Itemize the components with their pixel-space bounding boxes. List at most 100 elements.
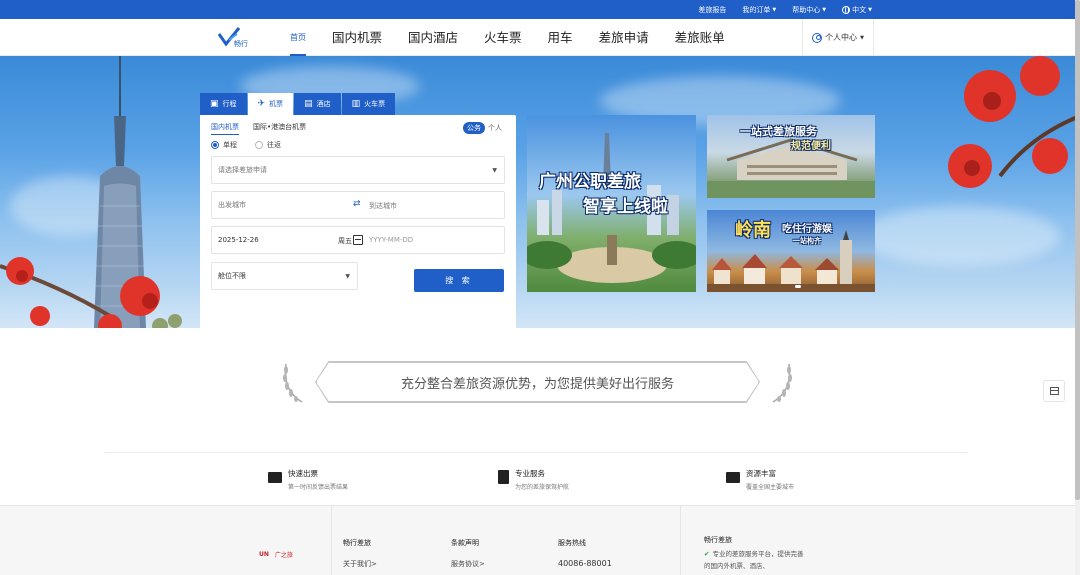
my-orders-link[interactable]: 我的订单 ▼: [742, 5, 776, 15]
logo-text: 畅行: [234, 39, 248, 48]
partner-logo-gzl: 广之旅: [274, 552, 293, 559]
radio-indicator: [255, 141, 263, 149]
travel-application-select[interactable]: 请选择差旅申请 ▼: [211, 156, 505, 184]
swap-cities-icon[interactable]: ⇄: [353, 199, 361, 209]
tab-trains-label: 火车票: [364, 100, 386, 108]
chevron-down-icon: ▼: [822, 6, 827, 13]
logo[interactable]: 畅行: [217, 26, 251, 48]
language-label: 中文: [852, 5, 867, 14]
tab-hotels-label: 酒店: [316, 100, 331, 108]
wallet-icon: [726, 472, 740, 483]
footer-brand-text: 专业的差旅服务平台，提供完善的国内外机票、酒店、: [704, 550, 804, 570]
tab-trains[interactable]: ▥ 火车票: [341, 93, 396, 115]
cabin-class-select[interactable]: 舱位不限 ▼: [211, 262, 358, 290]
nav-item-domestic-hotels[interactable]: 国内酒店: [408, 19, 458, 56]
feature-desc: 为您的差旅保驾护航: [515, 484, 570, 491]
top-utility-bar: 差旅报告 我的订单 ▼ 帮助中心 ▼ 中文 ▼: [0, 0, 1080, 19]
nav-item-car[interactable]: 用车: [548, 19, 573, 56]
feature-title: 专业服务: [515, 469, 545, 478]
laurel-left-icon: [283, 363, 303, 403]
banner-lingnan-big: 岭南: [735, 220, 771, 241]
slogan-text: 充分整合差旅资源优势，为您提供美好出行服务: [316, 362, 759, 402]
one-way-radio[interactable]: 单程: [211, 140, 237, 150]
tab-flights[interactable]: ✈ 机票: [247, 93, 294, 115]
footer-divider: [680, 506, 681, 575]
hotel-icon: ▤: [304, 99, 313, 109]
banner-main-line2: 智享上线啦: [583, 197, 668, 217]
footer-col-title: 条款声明: [451, 539, 479, 547]
briefcase-icon: ▣: [210, 99, 219, 109]
feature-title: 快速出票: [288, 469, 318, 478]
subtab-international[interactable]: 国际•港澳台机票: [253, 122, 306, 135]
feature-fast-ticketing: 快速出票 第一时间反馈出票结果: [268, 468, 348, 491]
trip-type-radios: 单程 往返: [211, 140, 281, 150]
feature-desc: 第一时间反馈出票结果: [288, 484, 349, 491]
scrollbar-thumb[interactable]: [1075, 0, 1080, 500]
footer-col-brand: 畅行差旅: [704, 535, 732, 545]
tab-hotels[interactable]: ▤ 酒店: [294, 93, 341, 115]
nav-item-domestic-flights[interactable]: 国内机票: [332, 19, 382, 56]
banner-one-stop-service[interactable]: 一站式差旅服务 规范便利: [707, 115, 875, 198]
section-divider: [105, 452, 967, 453]
floating-side-button[interactable]: [1043, 380, 1065, 402]
departure-weekday: 周五: [338, 237, 352, 245]
tab-itinerary[interactable]: ▣ 行程: [200, 93, 247, 115]
business-personal-toggle[interactable]: 公务 个人: [463, 122, 502, 134]
round-trip-radio[interactable]: 往返: [255, 140, 281, 150]
departure-city-input[interactable]: 出发城市: [218, 200, 246, 210]
search-tabs: ▣ 行程 ✈ 机票 ▤ 酒店 ▥ 火车票: [200, 93, 396, 115]
travel-report-link[interactable]: 差旅报告: [698, 5, 726, 15]
cabin-class-value: 舱位不限: [218, 272, 246, 280]
ticket-icon: [268, 472, 282, 483]
departure-date-input[interactable]: 2025-12-26: [218, 236, 259, 244]
nav-item-home[interactable]: 首页: [290, 19, 306, 56]
subtab-domestic[interactable]: 国内机票: [211, 122, 239, 135]
feature-rich-resources: 资源丰富 覆盖全国主要城市: [726, 468, 794, 491]
radio-indicator: [211, 141, 219, 149]
banner-guangzhou-travel[interactable]: 广州公职差旅 智享上线啦: [527, 115, 696, 292]
travel-report-label: 差旅报告: [698, 5, 727, 14]
footer-divider: [331, 506, 332, 575]
tab-itinerary-label: 行程: [222, 100, 237, 108]
wallet-icon: [1049, 387, 1059, 395]
my-orders-label: 我的订单: [742, 5, 771, 14]
top-links: 差旅报告 我的订单 ▼ 帮助中心 ▼ 中文 ▼: [698, 0, 872, 19]
chevron-down-icon: ▼: [868, 6, 872, 13]
personal-center-menu[interactable]: 个人中心 ▼: [802, 19, 874, 56]
page-scrollbar[interactable]: [1075, 0, 1080, 575]
footer-col-hotline: 服务热线 40086-88001: [558, 538, 612, 568]
kapok-flowers-left: [0, 257, 182, 328]
banner-top-right-sub: 规范便利: [791, 141, 831, 152]
globe-icon: [842, 5, 851, 14]
hero-banner: ▣ 行程 ✈ 机票 ▤ 酒店 ▥ 火车票 国内机票 国际•港澳台机票 公务 个人 单程 …: [0, 56, 1080, 328]
chevron-down-icon: ▼: [345, 272, 350, 280]
main-navbar: 畅行 首页 国内机票 国内酒店 火车票 用车 差旅申请 差旅账单 个人中心 ▼: [0, 19, 1080, 56]
nav-item-travel-bill[interactable]: 差旅账单: [675, 19, 725, 56]
nav-item-travel-application[interactable]: 差旅申请: [599, 19, 649, 56]
laurel-right-icon: [772, 363, 792, 403]
calendar-icon[interactable]: [353, 235, 363, 245]
nav-item-train-tickets[interactable]: 火车票: [484, 19, 522, 56]
round-trip-label: 往返: [267, 141, 281, 149]
personal-center-label: 个人中心: [825, 33, 858, 42]
private-option[interactable]: 个人: [488, 123, 502, 133]
feature-desc: 覆盖全国主要城市: [746, 484, 795, 491]
chevron-down-icon: ▼: [860, 34, 864, 41]
carousel-pager-dot[interactable]: [795, 285, 801, 288]
one-way-label: 单程: [223, 141, 237, 149]
about-us-link[interactable]: 关于我们>: [343, 559, 377, 569]
footer-col-title: 畅行差旅: [704, 536, 732, 544]
language-selector[interactable]: 中文 ▼: [842, 5, 872, 15]
service-agreement-link[interactable]: 服务协议>: [451, 559, 485, 569]
public-option[interactable]: 公务: [463, 122, 485, 134]
banner-lingnan-tourism[interactable]: 岭南 吃住行游娱 一站构齐: [707, 210, 875, 292]
search-button[interactable]: 搜 索: [414, 269, 504, 292]
help-center-link[interactable]: 帮助中心 ▼: [792, 5, 826, 15]
arrival-city-input[interactable]: 到达城市: [369, 201, 397, 211]
flight-search-panel: 国内机票 国际•港澳台机票 公务 个人 单程 往返 请选择差旅申请 ▼ 出发城市…: [200, 115, 516, 328]
chevron-down-icon: ▼: [492, 166, 497, 174]
travel-application-placeholder: 请选择差旅申请: [218, 166, 267, 174]
return-date-input[interactable]: YYYY-MM-DD: [369, 236, 413, 244]
nav-menu: 首页 国内机票 国内酒店 火车票 用车 差旅申请 差旅账单: [290, 19, 751, 56]
footer: [0, 505, 1080, 575]
